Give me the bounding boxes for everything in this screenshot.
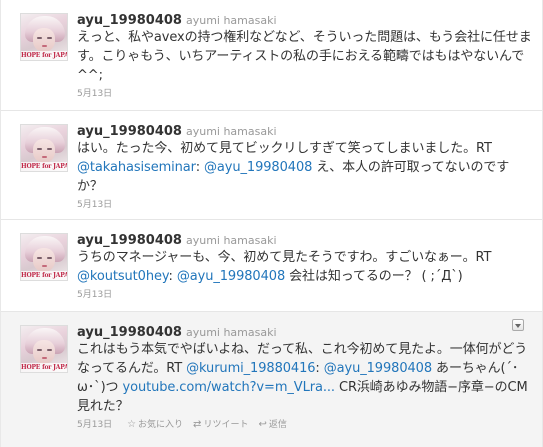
avatar-caption: HOPE for JAPAN xyxy=(21,51,67,60)
tweet-text: うちのマネージャーも、今、初めて見たそうですわ。すごいなぁー。RT @kouts… xyxy=(77,248,533,286)
avatar-eye xyxy=(37,37,42,39)
tweet-text-segment: 会社は知ってるのー？ ( ;´Д`) xyxy=(285,269,463,284)
avatar[interactable]: HOPE for JAPAN xyxy=(20,325,68,373)
tweet-header: ayu_19980408 ayumi hamasaki xyxy=(77,121,533,139)
avatar-eye xyxy=(37,257,42,259)
tweet-meta: 5月13日 xyxy=(77,87,533,101)
avatar-face xyxy=(33,248,55,272)
avatar-eye xyxy=(47,37,52,39)
tweet-header: ayu_19980408 ayumi hamasaki xyxy=(77,230,533,248)
timestamp-link[interactable]: 5月13日 xyxy=(77,290,112,300)
url-link[interactable]: youtube.com/watch?v=m_VLra... xyxy=(123,380,336,395)
avatar-lips xyxy=(42,156,47,158)
tweet-meta: 5月13日 xyxy=(77,198,533,212)
favorite-label: お気に入り xyxy=(138,420,184,430)
timestamp-link[interactable]: 5月13日 xyxy=(77,200,112,210)
tweet-content: ayu_19980408 ayumi hamasaki うちのマネージャーも、今、… xyxy=(77,230,533,302)
tweet-item[interactable]: HOPE for JAPAN ayu_19980408ayumi hamasak… xyxy=(1,312,542,447)
timestamp-link[interactable]: 5月13日 xyxy=(77,420,112,430)
tweet-meta: 5月13日 ☆ お気に入り ⇄ リツイート ↩ 返信 xyxy=(77,418,533,432)
tweet-header: ayu_19980408 ayumi hamasaki xyxy=(77,10,533,28)
tweet-text-segment: : xyxy=(195,160,205,175)
avatar[interactable]: HOPE for JAPAN xyxy=(20,13,68,61)
reply-button[interactable]: ↩ 返信 xyxy=(258,418,286,432)
full-name: ayumi hamasaki xyxy=(185,326,277,339)
screen-name-link[interactable]: ayu_19980408 xyxy=(77,233,182,248)
avatar-eye xyxy=(47,349,52,351)
tweet-actions: ☆ お気に入り ⇄ リツイート ↩ 返信 xyxy=(127,418,297,432)
retweet-icon: ⇄ xyxy=(193,419,202,430)
avatar-caption: HOPE for JAPAN xyxy=(21,271,67,280)
mention-link[interactable]: @ayu_19980408 xyxy=(204,160,312,175)
tweet-content: ayu_19980408 ayumi hamasaki はい。たった今、初めて見て… xyxy=(77,121,533,212)
mention-link[interactable]: @ayu_19980408 xyxy=(324,361,432,376)
avatar-lips xyxy=(42,265,47,267)
tweet-text: これはもう本気でやばいよね、だって私、これ今初めて見たよ。一体何がどうなってるん… xyxy=(77,340,533,416)
retweet-label: リツイート xyxy=(203,420,249,430)
screen-name-link[interactable]: ayu_19980408 xyxy=(77,325,182,340)
mention-link[interactable]: @kurumi_19880416 xyxy=(186,361,315,376)
tweet-timeline: HOPE for JAPAN ayu_19980408ayumi hamasak… xyxy=(0,0,543,447)
reply-icon: ↩ xyxy=(258,419,267,430)
tweet-text-segment: はい。たった今、初めて見てビックリしすぎて笑ってしまいました。RT xyxy=(77,141,492,156)
tweet-meta: 5月13日 xyxy=(77,288,533,302)
avatar-face xyxy=(33,340,55,364)
full-name: ayumi hamasaki xyxy=(185,125,277,138)
screen-name-link[interactable]: ayu_19980408 xyxy=(77,13,182,28)
avatar-lips xyxy=(42,357,47,359)
tweet-content: ayu_19980408 ayumi hamasaki これはもう本気でやばいよね… xyxy=(77,322,533,432)
tweet-item[interactable]: HOPE for JAPAN ayu_19980408ayumi hamasak… xyxy=(1,0,542,111)
tweet-text-segment: : xyxy=(168,269,177,284)
favorite-button[interactable]: ☆ お気に入り xyxy=(127,418,183,432)
retweet-button[interactable]: ⇄ リツイート xyxy=(193,418,248,432)
tweet-header: ayu_19980408 ayumi hamasaki xyxy=(77,322,533,340)
full-name: ayumi hamasaki xyxy=(185,234,277,247)
avatar-face xyxy=(33,139,55,163)
avatar-face xyxy=(33,28,55,52)
avatar[interactable]: HOPE for JAPAN xyxy=(20,124,68,172)
star-icon: ☆ xyxy=(127,419,137,430)
tweet-text: はい。たった今、初めて見てビックリしすぎて笑ってしまいました。RT @takah… xyxy=(77,139,533,196)
avatar-caption: HOPE for JAPAN xyxy=(21,363,67,372)
full-name: ayumi hamasaki xyxy=(185,14,277,27)
tweet-text-segment: : xyxy=(315,361,324,376)
mention-link[interactable]: @takahasiseminar xyxy=(77,160,196,175)
tweet-item[interactable]: HOPE for JAPAN ayu_19980408ayumi hamasak… xyxy=(1,220,542,312)
screen-name-link[interactable]: ayu_19980408 xyxy=(77,124,182,139)
tweet-text: えっと、私やavexの持つ権利などなど、そういった問題は、もう会社に任せます。こ… xyxy=(77,30,532,83)
avatar-caption: HOPE for JAPAN xyxy=(21,162,67,171)
avatar-eye xyxy=(37,349,42,351)
mention-link[interactable]: @koutsut0hey xyxy=(77,269,169,284)
avatar-eye xyxy=(47,148,52,150)
avatar[interactable]: HOPE for JAPAN xyxy=(20,233,68,281)
timestamp-link[interactable]: 5月13日 xyxy=(77,89,112,99)
reply-label: 返信 xyxy=(268,420,287,430)
tweet-content: ayu_19980408 ayumi hamasaki えっと、私やavexの持つ… xyxy=(77,10,533,101)
avatar-eye xyxy=(37,148,42,150)
tweet-text-segment: うちのマネージャーも、今、初めて見たそうですわ。すごいなぁー。RT xyxy=(77,250,492,265)
tweet-item[interactable]: HOPE for JAPAN ayu_19980408ayumi hamasak… xyxy=(1,111,542,220)
mention-link[interactable]: @ayu_19980408 xyxy=(177,269,285,284)
avatar-lips xyxy=(42,45,47,47)
avatar-eye xyxy=(47,257,52,259)
